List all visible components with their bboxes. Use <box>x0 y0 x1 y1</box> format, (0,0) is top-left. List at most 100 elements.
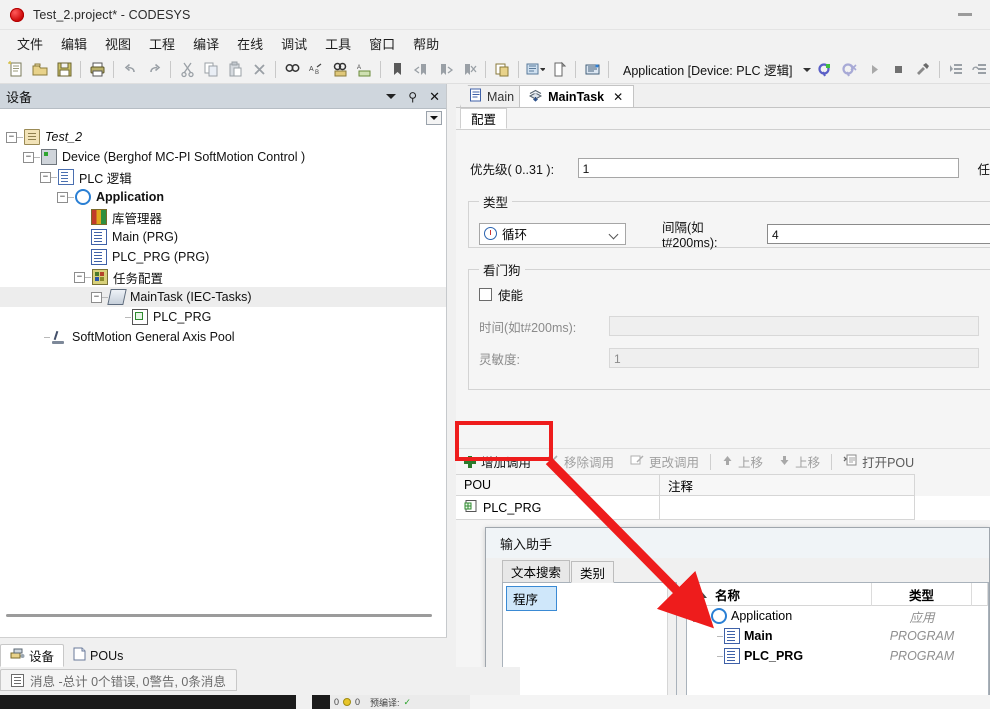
menu-build[interactable]: 编译 <box>184 31 228 56</box>
prev-bookmark-icon[interactable] <box>410 59 432 81</box>
menu-help[interactable]: 帮助 <box>404 31 448 56</box>
cut-icon[interactable] <box>176 59 198 81</box>
remove-call-button[interactable]: 移除调用 <box>539 450 622 474</box>
step-over-icon[interactable] <box>969 59 990 81</box>
tab-pous[interactable]: POUs <box>64 644 132 667</box>
chevron-down-icon[interactable] <box>608 229 618 239</box>
expander-icon[interactable]: − <box>40 172 51 183</box>
change-call-button[interactable]: 更改调用 <box>622 450 707 474</box>
priority-input[interactable]: 1 <box>578 158 960 178</box>
copy-project-icon[interactable] <box>491 59 513 81</box>
move-down-button[interactable]: 上移 <box>771 450 828 474</box>
list-item[interactable]: PLC_PRG PROGRAM <box>687 646 988 666</box>
new-object-icon[interactable] <box>524 59 546 81</box>
device-tree[interactable]: − Test_2 − Device (Berghof MC-PI SoftMot… <box>0 127 446 623</box>
new-file-icon[interactable] <box>5 59 27 81</box>
tab-text-search[interactable]: 文本搜索 <box>502 560 570 582</box>
watchdog-time-input[interactable] <box>609 316 979 336</box>
new-folder-icon[interactable] <box>548 59 570 81</box>
task-type-select[interactable]: 循环 <box>479 223 626 245</box>
expander-icon[interactable]: − <box>57 192 68 203</box>
paste-icon[interactable] <box>224 59 246 81</box>
tab-messages[interactable]: 消息 -总计 0个错误, 0警告, 0条消息 <box>0 669 237 691</box>
delete-icon[interactable] <box>248 59 270 81</box>
column-header-pou[interactable]: POU <box>456 474 660 496</box>
watchdog-sensitivity-input[interactable]: 1 <box>609 348 979 368</box>
menu-project[interactable]: 工程 <box>140 31 184 56</box>
tab-maintask[interactable]: MainTask ✕ <box>519 85 634 107</box>
application-selector[interactable]: Application [Device: PLC 逻辑] <box>619 58 815 81</box>
chevron-down-icon[interactable] <box>386 94 396 99</box>
menu-edit[interactable]: 编辑 <box>52 31 96 56</box>
sort-ascending-icon[interactable] <box>697 592 707 598</box>
input-assistant-tree[interactable]: 名称 类型 − Application 应用 <box>686 582 989 696</box>
category-list-scrollbar[interactable] <box>667 583 676 695</box>
copy-icon[interactable] <box>200 59 222 81</box>
menu-debug[interactable]: 调试 <box>272 31 316 56</box>
stop-icon[interactable] <box>888 59 910 81</box>
tree-item-device[interactable]: − Device (Berghof MC-PI SoftMotion Contr… <box>0 147 446 167</box>
column-header-type[interactable]: 类型 <box>909 585 934 604</box>
tab-main[interactable]: Main <box>460 85 525 107</box>
clear-bookmark-icon[interactable] <box>458 59 480 81</box>
menu-online[interactable]: 在线 <box>228 31 272 56</box>
next-bookmark-icon[interactable] <box>434 59 456 81</box>
input-assistant-dialog[interactable]: 输入助手 文本搜索 类别 程序 名称 类型 − <box>485 527 990 697</box>
filter-dropdown-icon[interactable] <box>426 111 442 125</box>
column-header-name[interactable]: 名称 <box>715 585 740 604</box>
category-item-program[interactable]: 程序 <box>506 586 557 611</box>
tree-item-main-prg[interactable]: Main (PRG) <box>0 227 446 247</box>
expander-icon[interactable]: − <box>6 132 17 143</box>
list-item[interactable]: Main PROGRAM <box>687 626 988 646</box>
watchdog-enable-row[interactable]: 使能 <box>479 285 987 304</box>
tree-item-maintask[interactable]: − MainTask (IEC-Tasks) <box>0 287 446 307</box>
list-item[interactable]: − Application 应用 <box>687 606 988 626</box>
expander-icon[interactable]: − <box>23 152 34 163</box>
tab-devices[interactable]: 设备 <box>0 644 64 667</box>
replace-in-project-icon[interactable]: A <box>353 59 375 81</box>
add-call-button[interactable]: 增加调用 <box>456 450 539 474</box>
find-icon[interactable] <box>281 59 303 81</box>
device-icon[interactable] <box>581 59 603 81</box>
category-list[interactable]: 程序 <box>502 582 677 696</box>
interval-input[interactable]: 4 <box>767 224 990 244</box>
column-header-comment[interactable]: 注释 <box>660 474 915 496</box>
menu-window[interactable]: 窗口 <box>360 31 404 56</box>
print-icon[interactable] <box>86 59 108 81</box>
close-icon[interactable]: ✕ <box>429 90 440 103</box>
expander-icon[interactable]: − <box>693 611 704 622</box>
tree-item-project[interactable]: − Test_2 <box>0 127 446 147</box>
login-icon[interactable] <box>816 59 838 81</box>
tab-configuration[interactable]: 配置 <box>460 108 507 129</box>
find-in-project-icon[interactable] <box>329 59 351 81</box>
tree-item-application[interactable]: − Application <box>0 187 446 207</box>
move-up-button[interactable]: 上移 <box>714 450 771 474</box>
bookmark-icon[interactable] <box>386 59 408 81</box>
panel-splitter[interactable] <box>447 84 456 637</box>
tab-categories[interactable]: 类别 <box>571 561 614 583</box>
tree-horizontal-scrollbar[interactable] <box>0 609 446 623</box>
redo-icon[interactable] <box>143 59 165 81</box>
tree-item-softmotion-axis-pool[interactable]: SoftMotion General Axis Pool <box>0 327 446 347</box>
tree-item-library-manager[interactable]: 库管理器 <box>0 207 446 227</box>
watchdog-enable-checkbox[interactable] <box>479 288 492 301</box>
menu-file[interactable]: 文件 <box>8 31 52 56</box>
chevron-down-icon[interactable] <box>803 68 811 72</box>
tree-item-task-configuration[interactable]: − 任务配置 <box>0 267 446 287</box>
undo-icon[interactable] <box>119 59 141 81</box>
run-icon[interactable] <box>864 59 886 81</box>
pin-icon[interactable]: ⚲ <box>408 90 417 104</box>
open-pou-button[interactable]: 打开POU <box>835 450 922 474</box>
save-icon[interactable] <box>53 59 75 81</box>
replace-icon[interactable]: AB <box>305 59 327 81</box>
close-icon[interactable]: ✕ <box>613 90 623 104</box>
table-row[interactable]: PLC_PRG <box>456 496 990 520</box>
step-into-icon[interactable] <box>945 59 967 81</box>
expander-icon[interactable]: − <box>74 272 85 283</box>
tree-item-plc-logic[interactable]: − PLC 逻辑 <box>0 167 446 187</box>
logout-icon[interactable] <box>840 59 862 81</box>
tree-item-plc-prg[interactable]: PLC_PRG (PRG) <box>0 247 446 267</box>
expander-icon[interactable]: − <box>91 292 102 303</box>
open-folder-icon[interactable] <box>29 59 51 81</box>
menu-view[interactable]: 视图 <box>96 31 140 56</box>
